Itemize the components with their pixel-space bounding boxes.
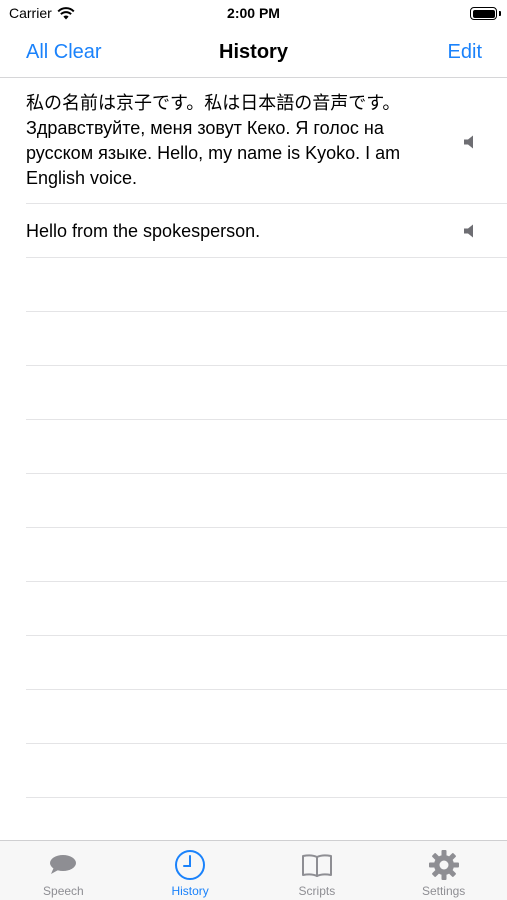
empty-row-separator [26,258,507,312]
empty-row-separator [26,744,507,798]
navigation-bar: All Clear History Edit [0,28,507,78]
history-row[interactable]: 私の名前は京子です。私は日本語の音声です。 Здравствуйте, меня… [26,79,507,204]
tab-label: Scripts [298,884,336,898]
book-icon [301,854,332,877]
tab-label: History [171,884,209,898]
empty-row-separator [26,366,507,420]
gear-icon [428,850,459,880]
history-list: 私の名前は京子です。私は日本語の音声です。 Здравствуйте, меня… [0,79,507,839]
tab-label: Speech [43,884,84,898]
tab-bar: Speech History Scripts Settings [0,840,507,900]
speaker-icon[interactable] [461,133,479,151]
edit-button[interactable]: Edit [448,41,482,64]
empty-row-separator [26,474,507,528]
status-time: 2:00 PM [227,5,280,21]
history-row-text: 私の名前は京子です。私は日本語の音声です。 Здравствуйте, меня… [26,93,401,188]
tab-label: Settings [421,884,466,898]
history-row[interactable]: Hello from the spokesperson. [26,204,507,258]
speaker-icon[interactable] [461,222,479,240]
page-title: History [219,41,288,63]
empty-row-separator [26,582,507,636]
speech-bubble-icon [50,855,77,874]
empty-row-separator [26,312,507,366]
status-bar: Carrier 2:00 PM [0,0,507,28]
tab-history[interactable]: History [127,841,254,900]
tab-settings[interactable]: Settings [380,841,507,900]
empty-row-separator [26,636,507,690]
empty-row-separator [26,528,507,582]
tab-scripts[interactable]: Scripts [254,841,381,900]
clock-icon [175,850,206,880]
empty-row-separator [26,420,507,474]
tab-speech[interactable]: Speech [0,841,127,900]
history-row-text: Hello from the spokesperson. [26,221,261,241]
battery-icon [470,7,501,20]
empty-row-separator [26,690,507,744]
